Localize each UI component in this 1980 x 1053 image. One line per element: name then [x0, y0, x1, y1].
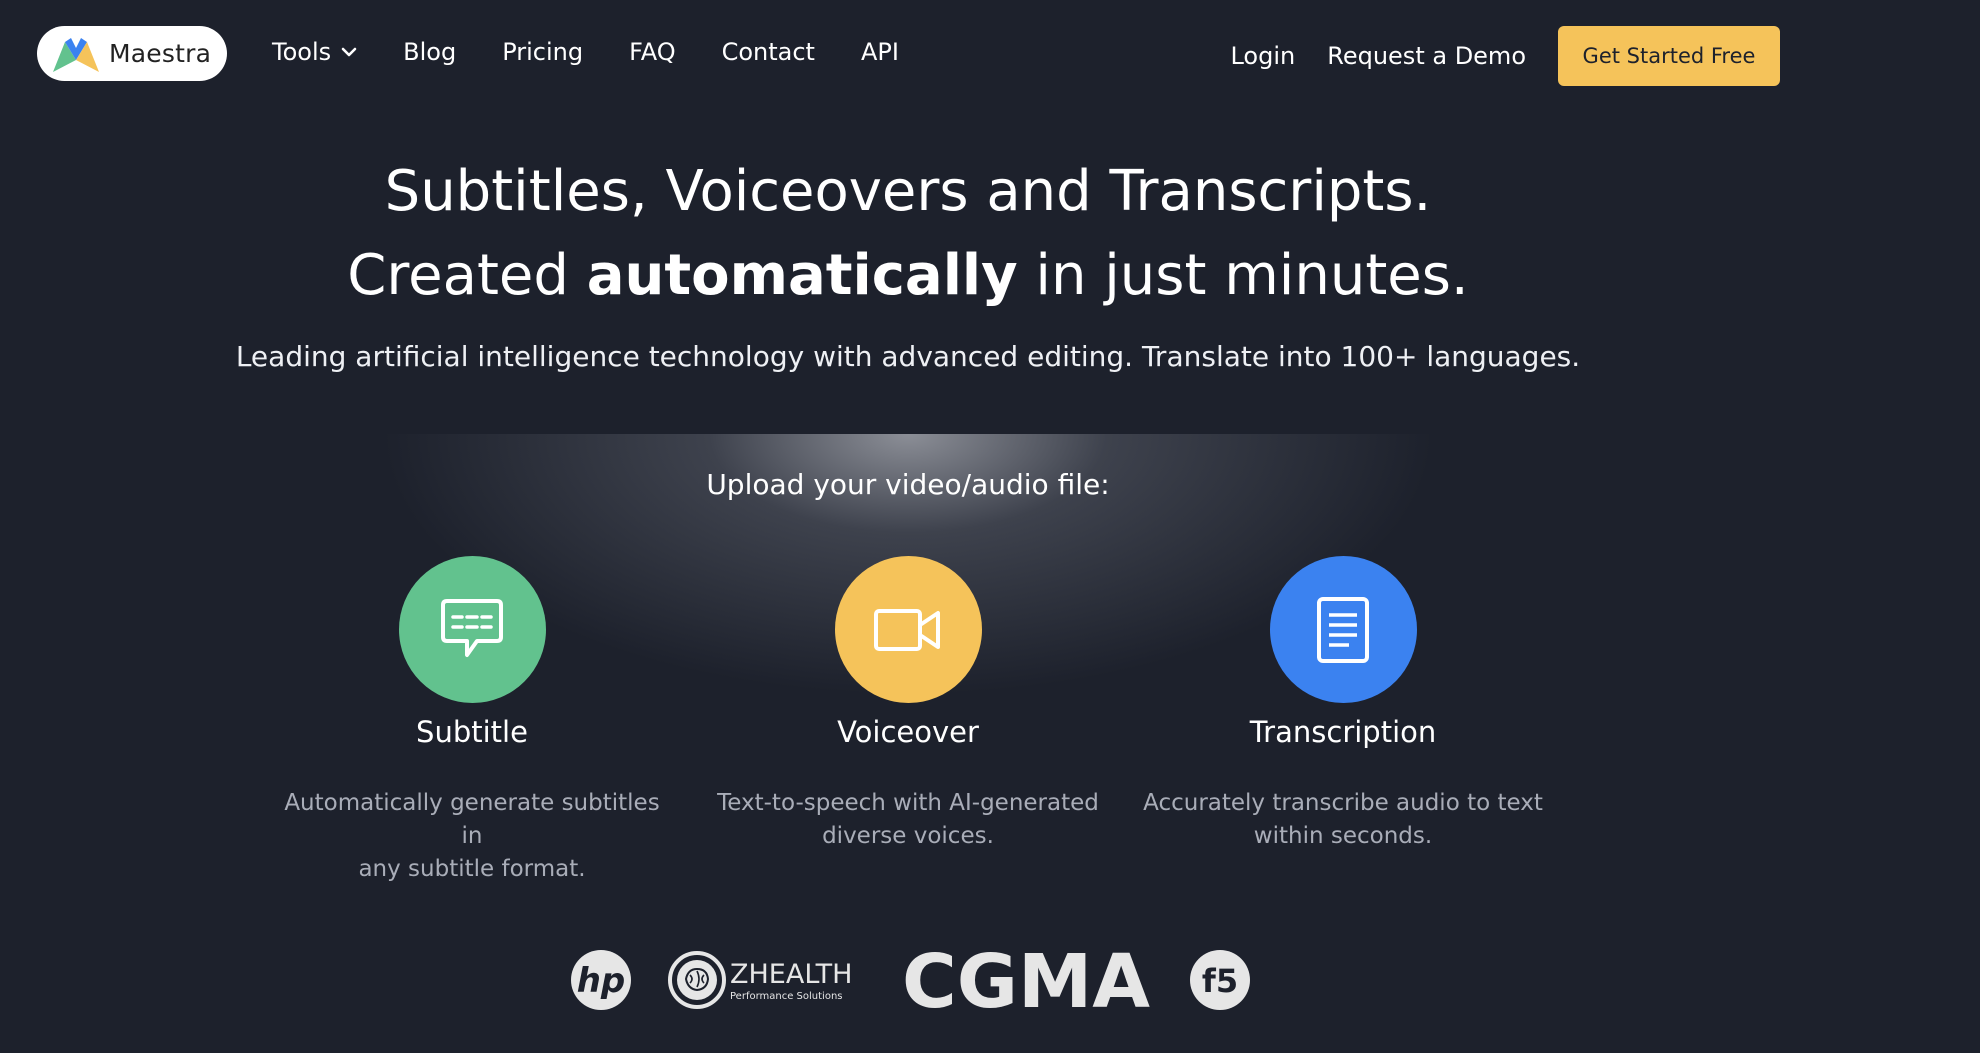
subtitle-option[interactable]: Subtitle Automatically generate subtitle… [272, 556, 672, 886]
nav-links: Tools Blog Pricing FAQ Contact API [272, 38, 945, 66]
transcription-option[interactable]: Transcription Accurately transcribe audi… [1143, 556, 1543, 853]
subtitle-circle[interactable] [398, 556, 546, 703]
subtitle-title: Subtitle [416, 715, 528, 749]
transcription-desc-line-1: Accurately transcribe audio to text [1143, 790, 1543, 816]
nav-tools[interactable]: Tools [272, 38, 357, 66]
hero-line-2-post: in just minutes. [1017, 243, 1469, 308]
voiceover-desc-line-1: Text-to-speech with AI-generated [717, 790, 1099, 816]
upload-label: Upload your video/audio file: [706, 468, 1110, 501]
nav-blog[interactable]: Blog [403, 38, 456, 66]
hp-logo-text: hp [577, 961, 626, 1001]
nav-pricing[interactable]: Pricing [502, 38, 583, 66]
request-demo-link[interactable]: Request a Demo [1327, 42, 1526, 70]
get-started-button[interactable]: Get Started Free [1558, 26, 1780, 86]
zhealth-logo-text: ZHEALTH [730, 959, 852, 990]
f5-logo-text: f5 [1202, 962, 1238, 1000]
speech-bubble-icon [441, 598, 503, 657]
video-camera-icon [874, 608, 940, 651]
hero-line-2-bold: automatically [586, 243, 1018, 308]
transcription-circle[interactable] [1269, 556, 1417, 703]
hero-line-2-pre: Created [347, 243, 587, 308]
brand-logo[interactable]: Maestra [37, 26, 227, 81]
nav-actions: Login Request a Demo Get Started Free [1230, 26, 1780, 86]
hero-line-1: Subtitles, Voiceovers and Transcripts. [384, 159, 1432, 224]
top-navbar: Maestra Tools Blog Pricing FAQ Contact A… [0, 0, 1980, 112]
transcription-description: Accurately transcribe audio to text with… [1143, 787, 1543, 853]
zhealth-logo: ZHEALTH Performance Solutions [668, 951, 852, 1009]
voiceover-description: Text-to-speech with AI-generated diverse… [708, 787, 1108, 853]
cgma-logo-text: CGMA [902, 947, 1150, 1013]
login-link[interactable]: Login [1230, 42, 1295, 70]
brand-name: Maestra [109, 39, 212, 68]
client-logos: hp ZHEALTH Performance Solutions CGMA f5 [570, 945, 1252, 1015]
nav-faq[interactable]: FAQ [629, 38, 676, 66]
nav-contact[interactable]: Contact [722, 38, 815, 66]
hero-title: Subtitles, Voiceovers and Transcripts. C… [0, 150, 1816, 318]
transcription-title: Transcription [1249, 715, 1437, 749]
cgma-logo: CGMA [902, 947, 1150, 1013]
maestra-logo-icon [53, 37, 99, 72]
voiceover-desc-line-2: diverse voices. [822, 823, 994, 849]
zhealth-logo-subtext: Performance Solutions [730, 991, 843, 1002]
subtitle-desc-line-2: any subtitle format. [358, 856, 586, 882]
f5-logo: f5 [1190, 950, 1250, 1010]
hero-subtitle: Leading artificial intelligence technolo… [235, 340, 1581, 373]
transcription-desc-line-2: within seconds. [1253, 823, 1433, 849]
subtitle-desc-line-1: Automatically generate subtitles in [284, 790, 660, 849]
voiceover-title: Voiceover [837, 715, 979, 749]
voiceover-option[interactable]: Voiceover Text-to-speech with AI-generat… [708, 556, 1108, 853]
chevron-down-icon [341, 47, 357, 57]
nav-tools-label: Tools [272, 38, 332, 66]
voiceover-circle[interactable] [834, 556, 982, 703]
subtitle-description: Automatically generate subtitles in any … [272, 787, 672, 886]
hp-logo-icon: hp [571, 950, 631, 1010]
nav-api[interactable]: API [861, 38, 899, 66]
document-icon [1317, 596, 1369, 663]
